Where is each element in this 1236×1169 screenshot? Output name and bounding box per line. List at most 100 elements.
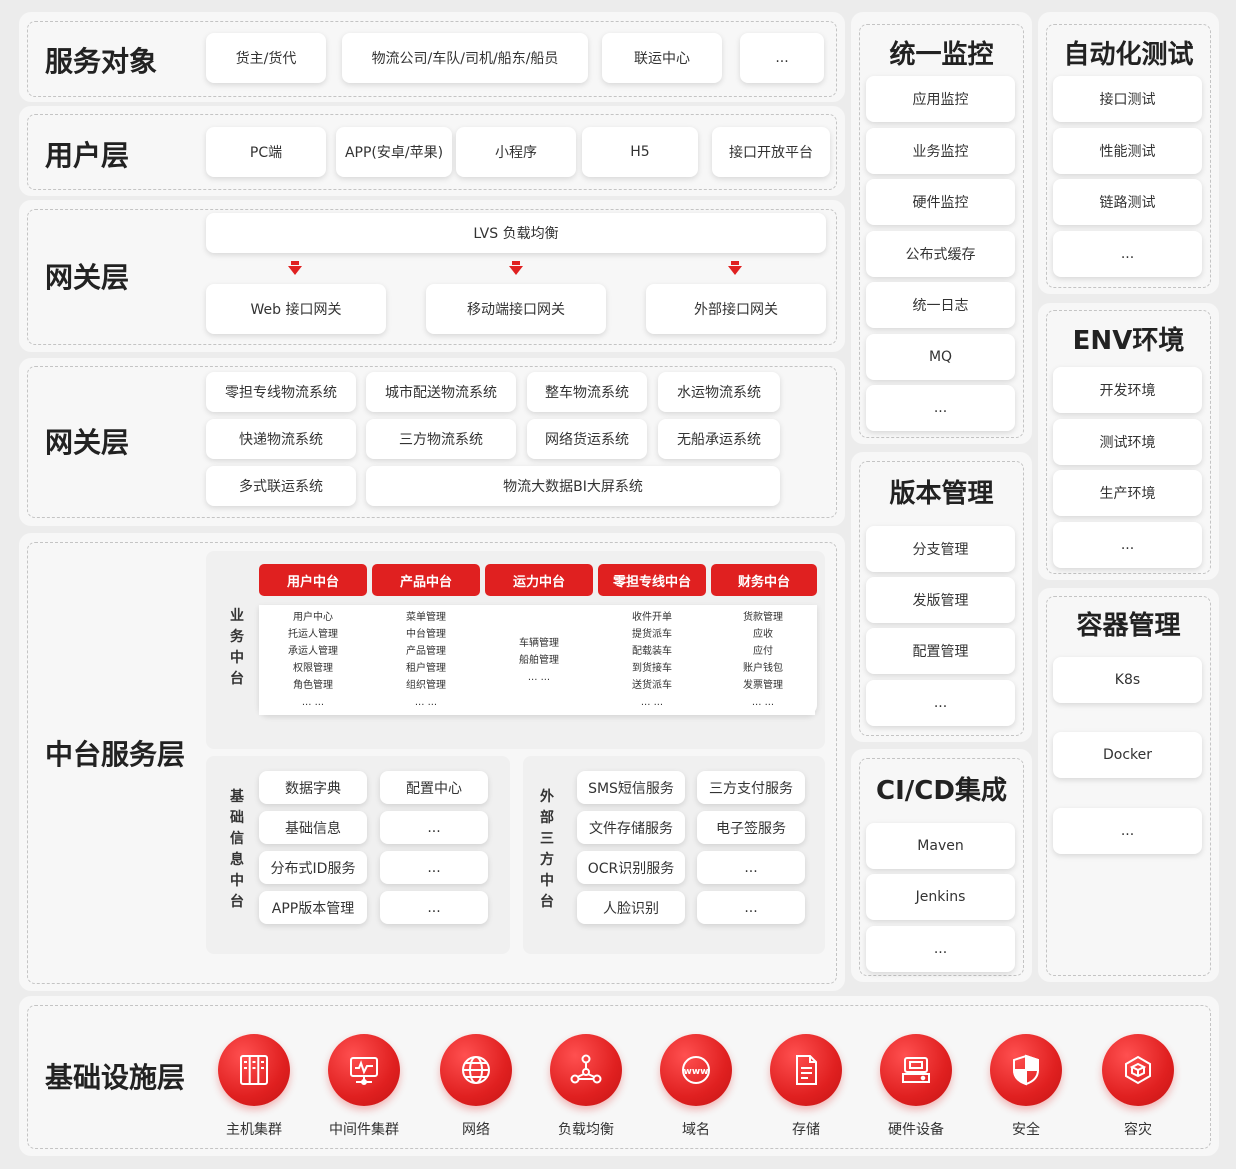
business-platform-label: 业务中台 xyxy=(230,608,244,687)
infra-label: 中间件集群 xyxy=(329,1122,399,1138)
autotest-item[interactable]: 性能测试 xyxy=(1053,128,1202,174)
system-item[interactable]: 快递物流系统 xyxy=(206,419,356,459)
external-service-item[interactable]: OCR识别服务 xyxy=(577,851,685,884)
globe-icon xyxy=(440,1034,512,1106)
container-item[interactable]: K8s xyxy=(1053,657,1202,703)
cicd-item[interactable]: Jenkins xyxy=(866,874,1015,920)
cicd-item[interactable]: ... xyxy=(866,926,1015,972)
platform-entry: 承运人管理 xyxy=(288,646,338,657)
external-service-item[interactable]: 文件存储服务 xyxy=(577,811,685,844)
container-item[interactable]: ... xyxy=(1053,808,1202,854)
autotest-item[interactable]: 链路测试 xyxy=(1053,179,1202,225)
version-item[interactable]: ... xyxy=(866,680,1015,726)
middle-layer-title: 中台服务层 xyxy=(45,738,186,771)
platform-entry: ... ... xyxy=(414,697,438,708)
platform-entry: 租户管理 xyxy=(406,663,446,674)
monitor-item[interactable]: 公布式缓存 xyxy=(866,231,1015,277)
platform-header[interactable]: 运力中台 xyxy=(485,564,593,596)
container-item[interactable]: Docker xyxy=(1053,732,1202,778)
gateway-item[interactable]: Web 接口网关 xyxy=(206,284,386,334)
user-layer-item[interactable]: H5 xyxy=(582,127,698,177)
platform-entry: 船舶管理 xyxy=(519,654,559,666)
infra-title: 基础设施层 xyxy=(45,1061,186,1094)
platform-entry: 菜单管理 xyxy=(406,612,446,623)
external-service-item[interactable]: 电子签服务 xyxy=(697,811,805,844)
hard-drive-icon xyxy=(880,1034,952,1106)
system-item[interactable]: 三方物流系统 xyxy=(366,419,516,459)
basic-info-item[interactable]: 配置中心 xyxy=(380,771,488,804)
cicd-title: CI/CD集成 xyxy=(876,776,1007,806)
system-item[interactable]: 整车物流系统 xyxy=(527,372,647,412)
user-layer-title: 用户层 xyxy=(45,139,130,172)
version-item[interactable]: 配置管理 xyxy=(866,628,1015,674)
platform-entry: 车辆管理 xyxy=(519,637,559,649)
version-item[interactable]: 发版管理 xyxy=(866,577,1015,623)
basic-info-item[interactable]: ... xyxy=(380,811,488,844)
monitor-icon xyxy=(328,1034,400,1106)
platform-entry: ... ... xyxy=(640,697,664,708)
monitor-item[interactable]: 应用监控 xyxy=(866,76,1015,122)
system-item[interactable]: 城市配送物流系统 xyxy=(366,372,516,412)
down-arrow-icon xyxy=(728,261,742,275)
container-border xyxy=(1046,596,1211,976)
infra-label: 网络 xyxy=(462,1122,490,1138)
basic-info-item[interactable]: ... xyxy=(380,891,488,924)
system-item[interactable]: 物流大数据BI大屏系统 xyxy=(366,466,780,506)
env-item[interactable]: 生产环境 xyxy=(1053,470,1202,516)
system-item[interactable]: 水运物流系统 xyxy=(658,372,780,412)
version-item[interactable]: 分支管理 xyxy=(866,526,1015,572)
gateway-item[interactable]: 外部接口网关 xyxy=(646,284,826,334)
cicd-item[interactable]: Maven xyxy=(866,823,1015,869)
env-item[interactable]: 开发环境 xyxy=(1053,367,1202,413)
platform-entry: 应收 xyxy=(753,629,773,640)
service-object-item[interactable]: ... xyxy=(740,33,824,83)
system-item[interactable]: 零担专线物流系统 xyxy=(206,372,356,412)
system-item[interactable]: 网络货运系统 xyxy=(527,419,647,459)
network-nodes-icon xyxy=(550,1034,622,1106)
basic-info-item[interactable]: APP版本管理 xyxy=(259,891,367,924)
env-item[interactable]: ... xyxy=(1053,522,1202,568)
basic-info-item[interactable]: 基础信息 xyxy=(259,811,367,844)
basic-info-item[interactable]: ... xyxy=(380,851,488,884)
user-layer-item[interactable]: 接口开放平台 xyxy=(712,127,830,177)
platform-header[interactable]: 零担专线中台 xyxy=(598,564,706,596)
system-item[interactable]: 无船承运系统 xyxy=(658,419,780,459)
basic-info-item[interactable]: 分布式ID服务 xyxy=(259,851,367,884)
platform-entry: 权限管理 xyxy=(293,663,333,674)
monitor-item[interactable]: 统一日志 xyxy=(866,282,1015,328)
user-layer-item[interactable]: PC端 xyxy=(206,127,326,177)
env-item[interactable]: 测试环境 xyxy=(1053,419,1202,465)
platform-header[interactable]: 用户中台 xyxy=(259,564,367,596)
infra-label: 域名 xyxy=(682,1122,710,1138)
gateway-layer-title: 网关层 xyxy=(45,261,130,294)
monitor-item[interactable]: 硬件监控 xyxy=(866,179,1015,225)
platform-entry: 发票管理 xyxy=(743,680,783,691)
autotest-item[interactable]: 接口测试 xyxy=(1053,76,1202,122)
platform-entry: 送货派车 xyxy=(632,680,672,691)
external-service-item[interactable]: SMS短信服务 xyxy=(577,771,685,804)
external-service-item[interactable]: ... xyxy=(697,851,805,884)
platform-column: 用户中心 托运人管理 承运人管理 权限管理 角色管理 ... ... xyxy=(259,605,367,715)
platform-header[interactable]: 产品中台 xyxy=(372,564,480,596)
platform-header[interactable]: 财务中台 xyxy=(711,564,817,596)
lvs-load-balancer[interactable]: LVS 负载均衡 xyxy=(206,213,826,253)
service-object-item[interactable]: 物流公司/车队/司机/船东/船员 xyxy=(342,33,588,83)
external-service-item[interactable]: 人脸识别 xyxy=(577,891,685,924)
monitor-item[interactable]: ... xyxy=(866,385,1015,431)
system-item[interactable]: 多式联运系统 xyxy=(206,466,356,506)
user-layer-item[interactable]: APP(安卓/苹果) xyxy=(336,127,452,177)
external-service-item[interactable]: ... xyxy=(697,891,805,924)
platform-entry: 收件开单 xyxy=(632,612,672,623)
gateway-item[interactable]: 移动端接口网关 xyxy=(426,284,606,334)
infra-label: 容灾 xyxy=(1124,1122,1152,1138)
monitor-item[interactable]: 业务监控 xyxy=(866,128,1015,174)
monitor-item[interactable]: MQ xyxy=(866,334,1015,380)
service-object-item[interactable]: 货主/货代 xyxy=(206,33,326,83)
basic-info-item[interactable]: 数据字典 xyxy=(259,771,367,804)
autotest-item[interactable]: ... xyxy=(1053,231,1202,277)
service-object-item[interactable]: 联运中心 xyxy=(602,33,722,83)
user-layer-item[interactable]: 小程序 xyxy=(456,127,576,177)
platform-entry: 提货派车 xyxy=(632,629,672,640)
platform-entry: 应付 xyxy=(753,646,773,657)
external-service-item[interactable]: 三方支付服务 xyxy=(697,771,805,804)
